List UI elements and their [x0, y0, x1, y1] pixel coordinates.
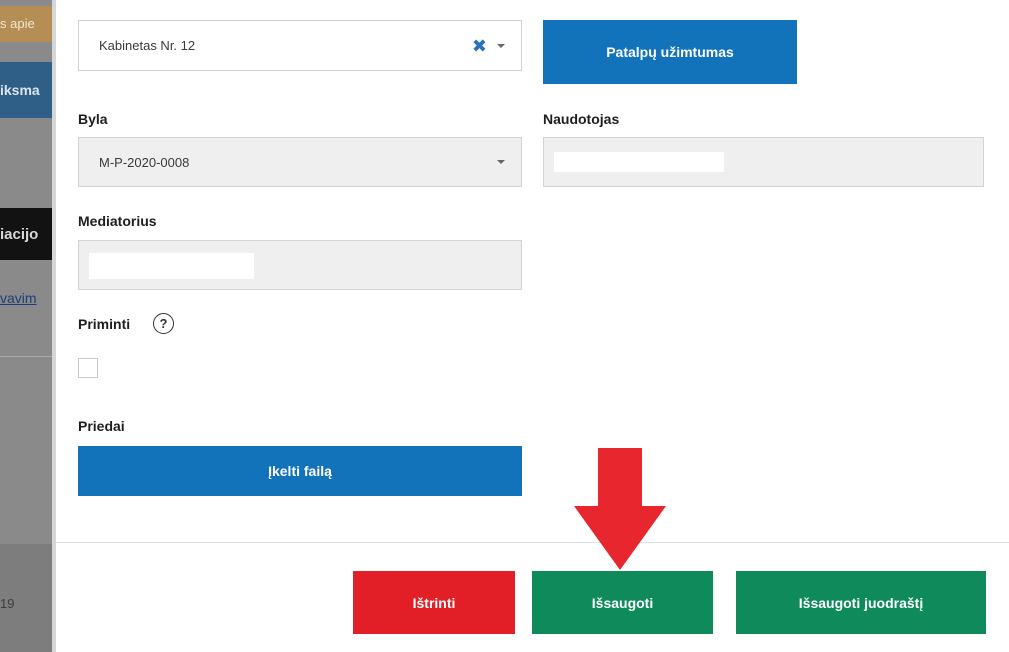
background-tab: iksma — [0, 62, 52, 118]
arrow-down-icon — [574, 448, 666, 570]
mediator-label: Mediatorius — [78, 213, 157, 229]
background-page: s apie iksma iacijo vavim 19 — [0, 0, 56, 652]
case-select[interactable]: M-P-2020-0008 — [78, 137, 522, 187]
room-select[interactable]: Kabinetas Nr. 12 ✖ — [78, 20, 522, 71]
upload-file-button[interactable]: Įkelti failą — [78, 446, 522, 496]
help-glyph: ? — [159, 316, 168, 331]
chevron-down-icon[interactable] — [497, 43, 505, 48]
close-icon[interactable]: ✖ — [472, 37, 487, 55]
user-label: Naudotojas — [543, 111, 620, 127]
save-button[interactable]: Išsaugoti — [532, 571, 713, 634]
background-notice: s apie — [0, 6, 52, 42]
redacted-user-name — [554, 152, 724, 172]
redacted-mediator-name — [89, 253, 254, 279]
remind-checkbox[interactable] — [78, 358, 98, 378]
delete-button[interactable]: Ištrinti — [353, 571, 515, 634]
case-label: Byla — [78, 111, 108, 127]
save-draft-button[interactable]: Išsaugoti juodraštį — [736, 571, 986, 634]
screen: s apie iksma iacijo vavim 19 Kabinetas N… — [0, 0, 1009, 652]
background-divider — [0, 356, 52, 357]
reservation-modal: Kabinetas Nr. 12 ✖ Patalpų užimtumas Byl… — [56, 0, 1009, 652]
remind-label: Priminti — [78, 316, 131, 332]
footer-divider — [56, 542, 1009, 543]
question-circle-icon[interactable]: ? — [153, 313, 174, 334]
background-number: 19 — [0, 596, 15, 611]
background-heading: iacijo — [0, 208, 52, 260]
room-select-value: Kabinetas Nr. 12 — [99, 38, 196, 53]
attachments-label: Priedai — [78, 418, 125, 434]
chevron-down-icon[interactable] — [497, 160, 505, 164]
room-occupancy-button[interactable]: Patalpų užimtumas — [543, 20, 797, 84]
case-select-value: M-P-2020-0008 — [99, 154, 190, 170]
background-link: vavim — [0, 290, 37, 306]
